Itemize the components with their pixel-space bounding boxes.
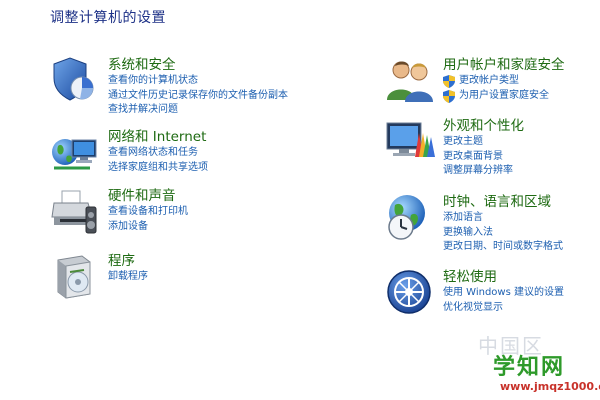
users-icon[interactable]: [385, 56, 435, 106]
link-homegroup-sharing[interactable]: 选择家庭组和共享选项: [108, 161, 208, 176]
link-file-history-backup[interactable]: 通过文件历史记录保存你的文件备份副本: [108, 89, 288, 104]
printer-speaker-icon[interactable]: [50, 187, 100, 237]
category-heading-appearance[interactable]: 外观和个性化: [443, 117, 524, 135]
link-change-account-type[interactable]: 更改帐户类型: [443, 74, 565, 89]
watermark-url: www.jmqz1000.com: [500, 380, 600, 393]
link-family-safety[interactable]: 为用户设置家庭安全: [443, 89, 565, 104]
category-heading-programs[interactable]: 程序: [108, 252, 148, 270]
link-change-input-method[interactable]: 更换输入法: [443, 226, 563, 241]
link-change-theme[interactable]: 更改主题: [443, 135, 524, 150]
link-add-device[interactable]: 添加设备: [108, 220, 188, 235]
link-troubleshoot[interactable]: 查找并解决问题: [108, 103, 288, 118]
category-heading-hardware[interactable]: 硬件和声音: [108, 187, 188, 205]
software-box-icon[interactable]: [50, 252, 100, 302]
category-heading-clock-language[interactable]: 时钟、语言和区域: [443, 193, 563, 211]
category-heading-network[interactable]: 网络和 Internet: [108, 128, 208, 146]
link-label: 更改帐户类型: [459, 75, 519, 86]
link-uninstall-program[interactable]: 卸载程序: [108, 270, 148, 285]
link-network-status[interactable]: 查看网络状态和任务: [108, 146, 208, 161]
link-devices-printers[interactable]: 查看设备和打印机: [108, 205, 188, 220]
link-label: 为用户设置家庭安全: [459, 89, 549, 101]
category-heading-user-accounts[interactable]: 用户帐户和家庭安全: [443, 56, 565, 74]
watermark-brand: 学知网: [493, 355, 566, 380]
link-change-date-time-format[interactable]: 更改日期、时间或数字格式: [443, 240, 563, 255]
globe-network-icon[interactable]: [50, 128, 100, 178]
uac-shield-icon: [443, 75, 455, 88]
category-heading-ease-of-access[interactable]: 轻松使用: [443, 268, 564, 286]
page-title: 调整计算机的设置: [50, 10, 166, 26]
link-view-computer-status[interactable]: 查看你的计算机状态: [108, 74, 288, 89]
shield-chart-icon[interactable]: [50, 56, 100, 106]
link-add-language[interactable]: 添加语言: [443, 211, 563, 226]
uac-shield-icon: [443, 89, 455, 103]
ease-of-access-icon[interactable]: [385, 268, 435, 318]
category-heading-system-security[interactable]: 系统和安全: [108, 56, 288, 74]
link-optimize-display[interactable]: 优化视觉显示: [443, 301, 564, 316]
globe-clock-icon[interactable]: [385, 193, 435, 243]
monitor-paint-icon[interactable]: [385, 117, 435, 167]
link-change-desktop-background[interactable]: 更改桌面背景: [443, 150, 524, 165]
link-recommended-settings[interactable]: 使用 Windows 建议的设置: [443, 286, 564, 301]
link-adjust-resolution[interactable]: 调整屏幕分辨率: [443, 164, 524, 179]
